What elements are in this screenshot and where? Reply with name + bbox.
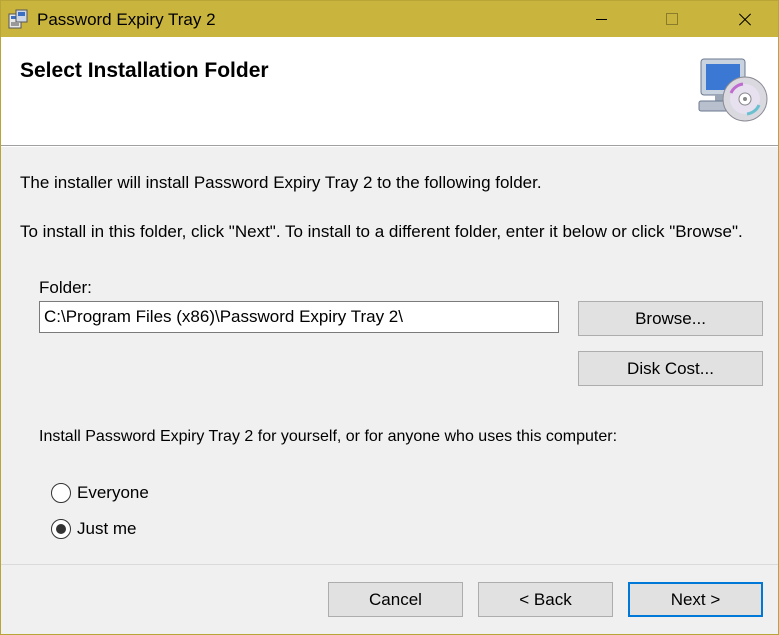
computer-cd-icon — [698, 58, 768, 122]
minimize-button[interactable] — [580, 1, 626, 37]
install-for-prompt: Install Password Expiry Tray 2 for yours… — [39, 428, 618, 445]
folder-label: Folder: — [39, 278, 92, 297]
back-button[interactable]: < Back — [478, 582, 613, 617]
everyone-radio-label[interactable]: Everyone — [77, 483, 149, 503]
installer-window: Password Expiry Tray 2 Select Installati… — [0, 0, 779, 635]
everyone-radio[interactable] — [51, 483, 71, 503]
browse-button[interactable]: Browse... — [578, 301, 763, 336]
intro-text: The installer will install Password Expi… — [20, 173, 542, 192]
maximize-button[interactable] — [649, 1, 695, 37]
folder-input[interactable] — [39, 301, 559, 333]
just-me-radio-label[interactable]: Just me — [77, 519, 137, 539]
header-banner: Select Installation Folder — [1, 37, 778, 146]
just-me-radio[interactable] — [51, 519, 71, 539]
footer-separator — [1, 564, 778, 565]
radio-selected-dot — [56, 524, 66, 534]
title-bar[interactable]: Password Expiry Tray 2 — [1, 1, 778, 37]
page-title: Select Installation Folder — [20, 59, 269, 82]
banner-divider — [1, 146, 778, 147]
next-button[interactable]: Next > — [628, 582, 763, 617]
window-title: Password Expiry Tray 2 — [37, 10, 216, 29]
instructions-text: To install in this folder, click "Next".… — [20, 222, 743, 241]
disk-cost-button[interactable]: Disk Cost... — [578, 351, 763, 386]
installer-icon — [8, 9, 28, 29]
cancel-button[interactable]: Cancel — [328, 582, 463, 617]
close-button[interactable] — [720, 1, 766, 37]
